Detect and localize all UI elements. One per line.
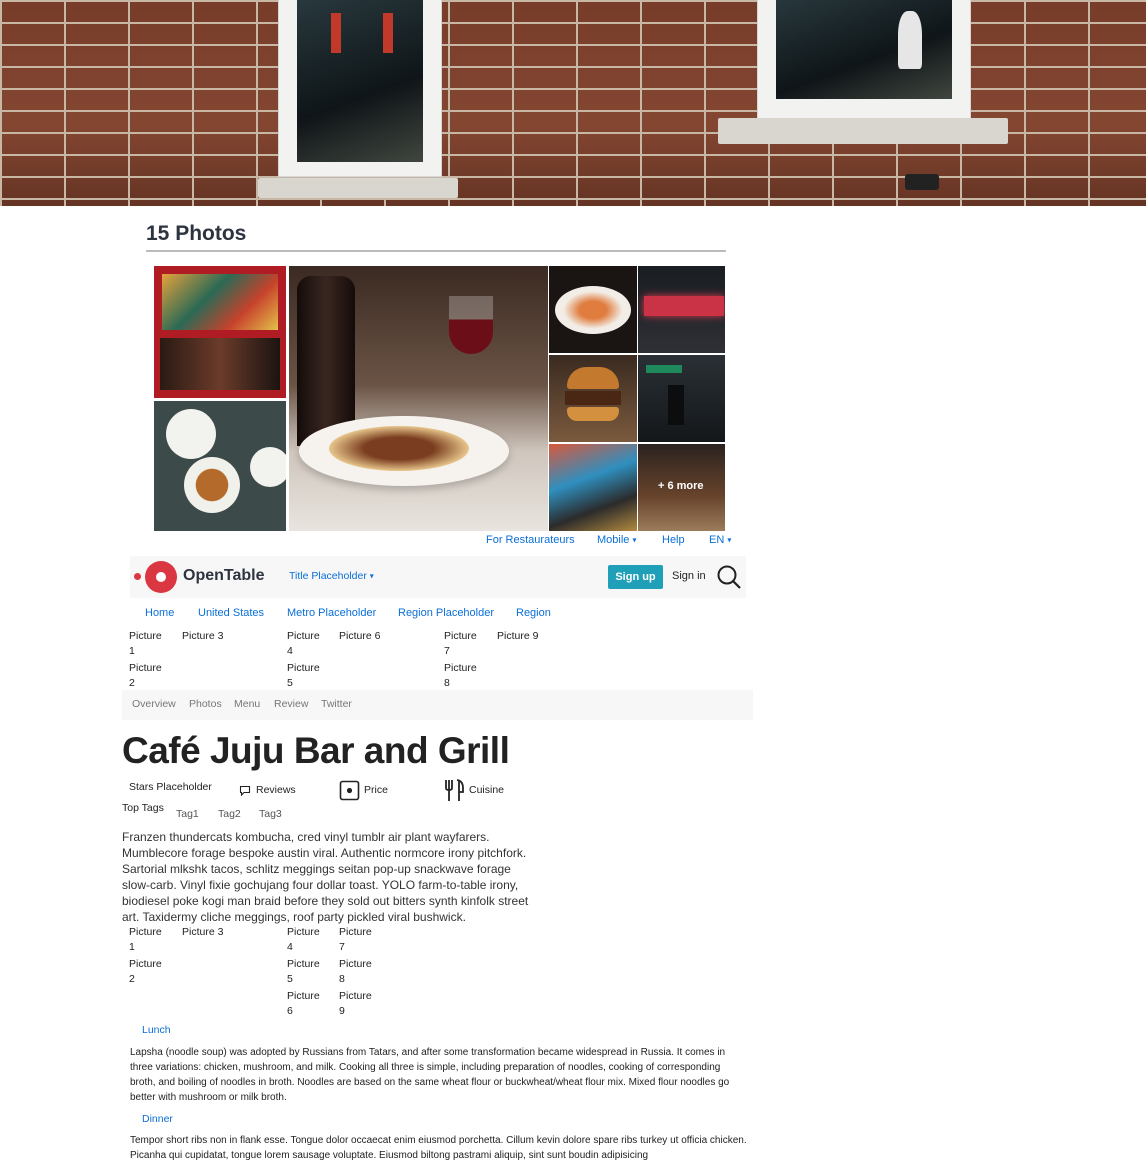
language-label: EN [709,534,725,546]
caret-down-icon: ▾ [727,535,732,545]
picture-item: Picture 3 [182,926,224,938]
caret-down-icon: ▾ [369,571,374,581]
top-tags-label: Top Tags [122,802,164,814]
menu-dinner-text: Tempor short ribs non in flank esse. Ton… [130,1135,747,1161]
language-dropdown[interactable]: EN ▾ [709,534,731,546]
photo-storefront-street[interactable] [638,355,725,442]
price-icon [339,780,360,801]
title-dropdown-label: Title Placeholder [289,570,367,582]
photo-bar-interior[interactable] [549,444,637,531]
opentable-logo-text[interactable]: OpenTable [183,567,265,585]
breadcrumb-home[interactable]: Home [145,607,174,619]
speech-bubble-icon [239,785,251,797]
subnav-menu[interactable]: Menu [234,698,260,710]
subnav-twitter[interactable]: Twitter [321,698,352,710]
signin-link[interactable]: Sign in [672,570,706,582]
tag-chip[interactable]: Tag2 [218,808,241,820]
hero-lamp [905,174,939,190]
restaurant-name: Café Juju Bar and Grill [122,730,510,771]
restaurant-description: Franzen thundercats kombucha, cred vinyl… [122,830,529,924]
help-link[interactable]: Help [662,534,685,546]
navbar: OpenTable Title Placeholder ▾ Sign up Si… [130,556,746,598]
menu-tab-dinner[interactable]: Dinner [142,1113,173,1125]
picture-item: Picture 8 [339,958,372,985]
menu-lunch-text: Lapsha (noodle soup) was adopted by Russ… [130,1047,730,1103]
hero-window-right [757,0,971,120]
picture-item: Picture 2 [129,662,162,689]
for-restaurateurs-link[interactable]: For Restaurateurs [486,534,575,546]
fork-knife-icon [445,779,464,801]
picture-item: Picture 7 [339,926,372,953]
title-dropdown[interactable]: Title Placeholder ▾ [289,570,374,582]
caret-down-icon: ▾ [632,535,637,545]
logo-dot-icon [134,573,141,580]
stars-rating: Stars Placeholder [129,781,212,793]
picture-item: Picture 8 [444,662,477,689]
photos-divider [146,250,726,252]
menu-tab-lunch[interactable]: Lunch [142,1024,171,1036]
picture-item: Picture 4 [287,630,320,657]
section-subnav: Overview Photos Menu Review Twitter [122,690,753,720]
subnav-photos[interactable]: Photos [189,698,222,710]
mobile-dropdown[interactable]: Mobile ▾ [597,534,636,546]
photo-pasta-wine[interactable] [289,266,548,531]
picture-item: Picture 7 [444,630,477,657]
photo-salmon-dish[interactable] [549,266,637,353]
picture-item: Picture 2 [129,958,162,985]
reviews-count[interactable]: Reviews [256,784,296,796]
opentable-logo-icon[interactable] [145,561,177,593]
tag-chip[interactable]: Tag3 [259,808,282,820]
picture-item: Picture 6 [339,630,381,642]
photo-burger[interactable] [549,355,637,442]
search-icon[interactable] [716,564,742,590]
picture-item: Picture 9 [497,630,539,642]
breadcrumb-region-2[interactable]: Region [516,607,551,619]
picture-item: Picture 5 [287,958,320,985]
hero-window-left [278,0,442,177]
picture-item: Picture 6 [287,990,320,1017]
photos-title: 15 Photos [146,222,247,245]
picture-item: Picture 1 [129,926,162,953]
photo-neon-sign[interactable] [638,266,725,353]
photo-more[interactable]: + 6 more [638,444,725,531]
photo-table-dishes[interactable] [154,401,286,531]
more-photos-label[interactable]: + 6 more [658,480,704,492]
subnav-overview[interactable]: Overview [132,698,176,710]
signup-button[interactable]: Sign up [608,565,663,589]
picture-item: Picture 5 [287,662,320,689]
hero-image [0,0,1146,206]
breadcrumb-region[interactable]: Region Placeholder [398,607,494,619]
picture-item: Picture 1 [129,630,162,657]
picture-item: Picture 4 [287,926,320,953]
picture-item: Picture 9 [339,990,372,1017]
mobile-label: Mobile [597,534,630,546]
breadcrumb-metro[interactable]: Metro Placeholder [287,607,376,619]
picture-item: Picture 3 [182,630,224,642]
subnav-review[interactable]: Review [274,698,308,710]
price-level: Price [364,784,388,796]
tag-chip[interactable]: Tag1 [176,808,199,820]
breadcrumb-country[interactable]: United States [198,607,264,619]
photo-storefront[interactable] [154,266,286,398]
cuisine-type: Cuisine [469,784,505,796]
